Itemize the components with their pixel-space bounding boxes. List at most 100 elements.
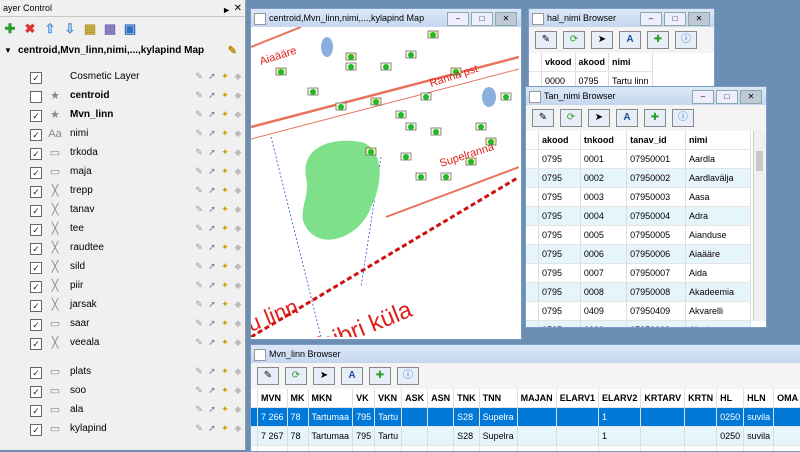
selectable-icon[interactable]: ➚: [207, 318, 217, 329]
column-header[interactable]: tanav_id: [627, 131, 686, 150]
pick-fields-button[interactable]: ✎: [535, 31, 557, 49]
column-header[interactable]: tnkood: [580, 131, 626, 150]
column-header[interactable]: KRTARV: [641, 389, 685, 408]
table-cell[interactable]: Tartumaa: [308, 446, 353, 452]
table-cell[interactable]: 0001: [580, 150, 626, 169]
remove-layer-icon[interactable]: ✖: [22, 21, 38, 37]
layer-visibility-checkbox[interactable]: ✓: [30, 281, 42, 293]
display-icon[interactable]: ◆: [233, 166, 243, 177]
layer-visibility-checkbox[interactable]: ✓: [30, 224, 42, 236]
editable-icon[interactable]: ✎: [194, 147, 204, 158]
layer-visibility-checkbox[interactable]: ✓: [30, 243, 42, 255]
layer-row[interactable]: ✓▭ala✎➚✦◆: [0, 401, 245, 420]
layer-row[interactable]: ✓▭plats✎➚✦◆: [0, 363, 245, 382]
move-down-icon[interactable]: ⇩: [62, 21, 78, 37]
row-selector[interactable]: [526, 245, 539, 264]
editable-icon[interactable]: ✎: [194, 204, 204, 215]
layer-row[interactable]: ✓╳jarsak✎➚✦◆: [0, 296, 245, 315]
table-cell[interactable]: Aiaääre: [685, 245, 750, 264]
column-header[interactable]: HLN: [744, 389, 774, 408]
selectable-icon[interactable]: ➚: [207, 261, 217, 272]
layer-visibility-checkbox[interactable]: ✓: [30, 148, 42, 160]
table-cell[interactable]: suvila: [744, 408, 774, 427]
layer-properties-icon[interactable]: ▦: [82, 21, 98, 37]
table-cell[interactable]: Tartu: [375, 408, 402, 427]
maximize-button[interactable]: □: [664, 12, 686, 26]
table-cell[interactable]: 07950007: [627, 264, 686, 283]
autolabel-icon[interactable]: ✦: [220, 185, 230, 196]
minimize-button[interactable]: –: [692, 90, 714, 104]
table-cell[interactable]: [402, 408, 428, 427]
column-header[interactable]: akood: [539, 131, 581, 150]
table-cell[interactable]: 0795: [539, 188, 581, 207]
column-header[interactable]: VK: [353, 389, 375, 408]
autolabel-icon[interactable]: ✦: [220, 423, 230, 434]
editable-icon[interactable]: ✎: [194, 366, 204, 377]
table-row[interactable]: 0795000507950005Aianduse: [526, 226, 751, 245]
table-cell[interactable]: 07950003: [627, 188, 686, 207]
table-cell[interactable]: 07950004: [627, 207, 686, 226]
autolabel-icon[interactable]: ✦: [220, 385, 230, 396]
table-cell[interactable]: 0009: [580, 321, 626, 329]
table-cell[interactable]: Supelra: [479, 408, 517, 427]
layer-visibility-checkbox[interactable]: ✓: [30, 186, 42, 198]
display-icon[interactable]: ◆: [233, 366, 243, 377]
selectable-icon[interactable]: ➚: [207, 280, 217, 291]
table-cell[interactable]: [685, 446, 717, 452]
table-cell[interactable]: [517, 408, 556, 427]
table-cell[interactable]: 78: [287, 446, 308, 452]
column-header[interactable]: nimi: [685, 131, 750, 150]
autolabel-icon[interactable]: ✦: [220, 280, 230, 291]
table-cell[interactable]: Akvarelli: [685, 302, 750, 321]
column-header[interactable]: TNN: [479, 389, 517, 408]
table-row[interactable]: 7 26678Tartumaa795TartuS28Supelra10250su…: [251, 408, 800, 427]
minimize-button[interactable]: –: [447, 12, 469, 26]
table-cell[interactable]: 07950002: [627, 169, 686, 188]
autolabel-icon[interactable]: ✦: [220, 109, 230, 120]
table-row[interactable]: 0795000807950008Akadeemia: [526, 283, 751, 302]
autolabel-icon[interactable]: ✦: [220, 147, 230, 158]
move-up-icon[interactable]: ⇧: [42, 21, 58, 37]
minimize-button[interactable]: –: [640, 12, 662, 26]
column-header[interactable]: ELARV2: [599, 389, 641, 408]
table-cell[interactable]: 0007: [580, 264, 626, 283]
selectable-icon[interactable]: ➚: [207, 385, 217, 396]
table-cell[interactable]: 0004: [580, 207, 626, 226]
layer-row[interactable]: ✓╳trepp✎➚✦◆: [0, 182, 245, 201]
table-cell[interactable]: [685, 427, 717, 446]
selectable-icon[interactable]: ➚: [207, 204, 217, 215]
table-cell[interactable]: [402, 446, 428, 452]
editable-icon[interactable]: ✎: [194, 261, 204, 272]
table-row[interactable]: 0795040907950409Akvarelli: [526, 302, 751, 321]
selectable-icon[interactable]: ➚: [207, 90, 217, 101]
layer-visibility-checkbox[interactable]: ✓: [30, 424, 42, 436]
table-cell[interactable]: 1: [599, 408, 641, 427]
layer-row[interactable]: ✓╳raudtee✎➚✦◆: [0, 239, 245, 258]
layer-row[interactable]: ✓Cosmetic Layer✎➚✦◆: [0, 68, 245, 87]
autolabel-icon[interactable]: ✦: [220, 299, 230, 310]
layer-row[interactable]: ✓╳tanav✎➚✦◆: [0, 201, 245, 220]
selectable-icon[interactable]: ➚: [207, 423, 217, 434]
table-cell[interactable]: 07950001: [627, 150, 686, 169]
table-cell[interactable]: Supelra: [479, 446, 517, 452]
row-selector[interactable]: [526, 226, 539, 245]
table-cell[interactable]: Adra: [685, 207, 750, 226]
table-cell[interactable]: 07950005: [627, 226, 686, 245]
display-icon[interactable]: ◆: [233, 71, 243, 82]
table-cell[interactable]: 7 268: [258, 446, 288, 452]
table-cell[interactable]: Akadeemia: [685, 283, 750, 302]
editable-icon[interactable]: ✎: [194, 299, 204, 310]
table-cell[interactable]: [685, 408, 717, 427]
layer-visibility-checkbox[interactable]: ✓: [30, 110, 42, 122]
column-header[interactable]: KRTN: [685, 389, 717, 408]
close-icon[interactable]: ✕: [234, 1, 242, 17]
table-cell[interactable]: 0795: [539, 245, 581, 264]
table-cell[interactable]: 0795: [539, 302, 581, 321]
table-cell[interactable]: 0003: [580, 188, 626, 207]
map-tree-node[interactable]: ▼ centroid,Mvn_linn,nimi,...,kylapind Ma…: [0, 41, 245, 61]
layer-visibility-checkbox[interactable]: ✓: [30, 338, 42, 350]
layer-visibility-checkbox[interactable]: ✓: [30, 300, 42, 312]
display-icon[interactable]: ◆: [233, 128, 243, 139]
label-tool-button[interactable]: A: [619, 31, 641, 49]
table-row[interactable]: 7 26778Tartumaa795TartuS28Supelra10250su…: [251, 427, 800, 446]
